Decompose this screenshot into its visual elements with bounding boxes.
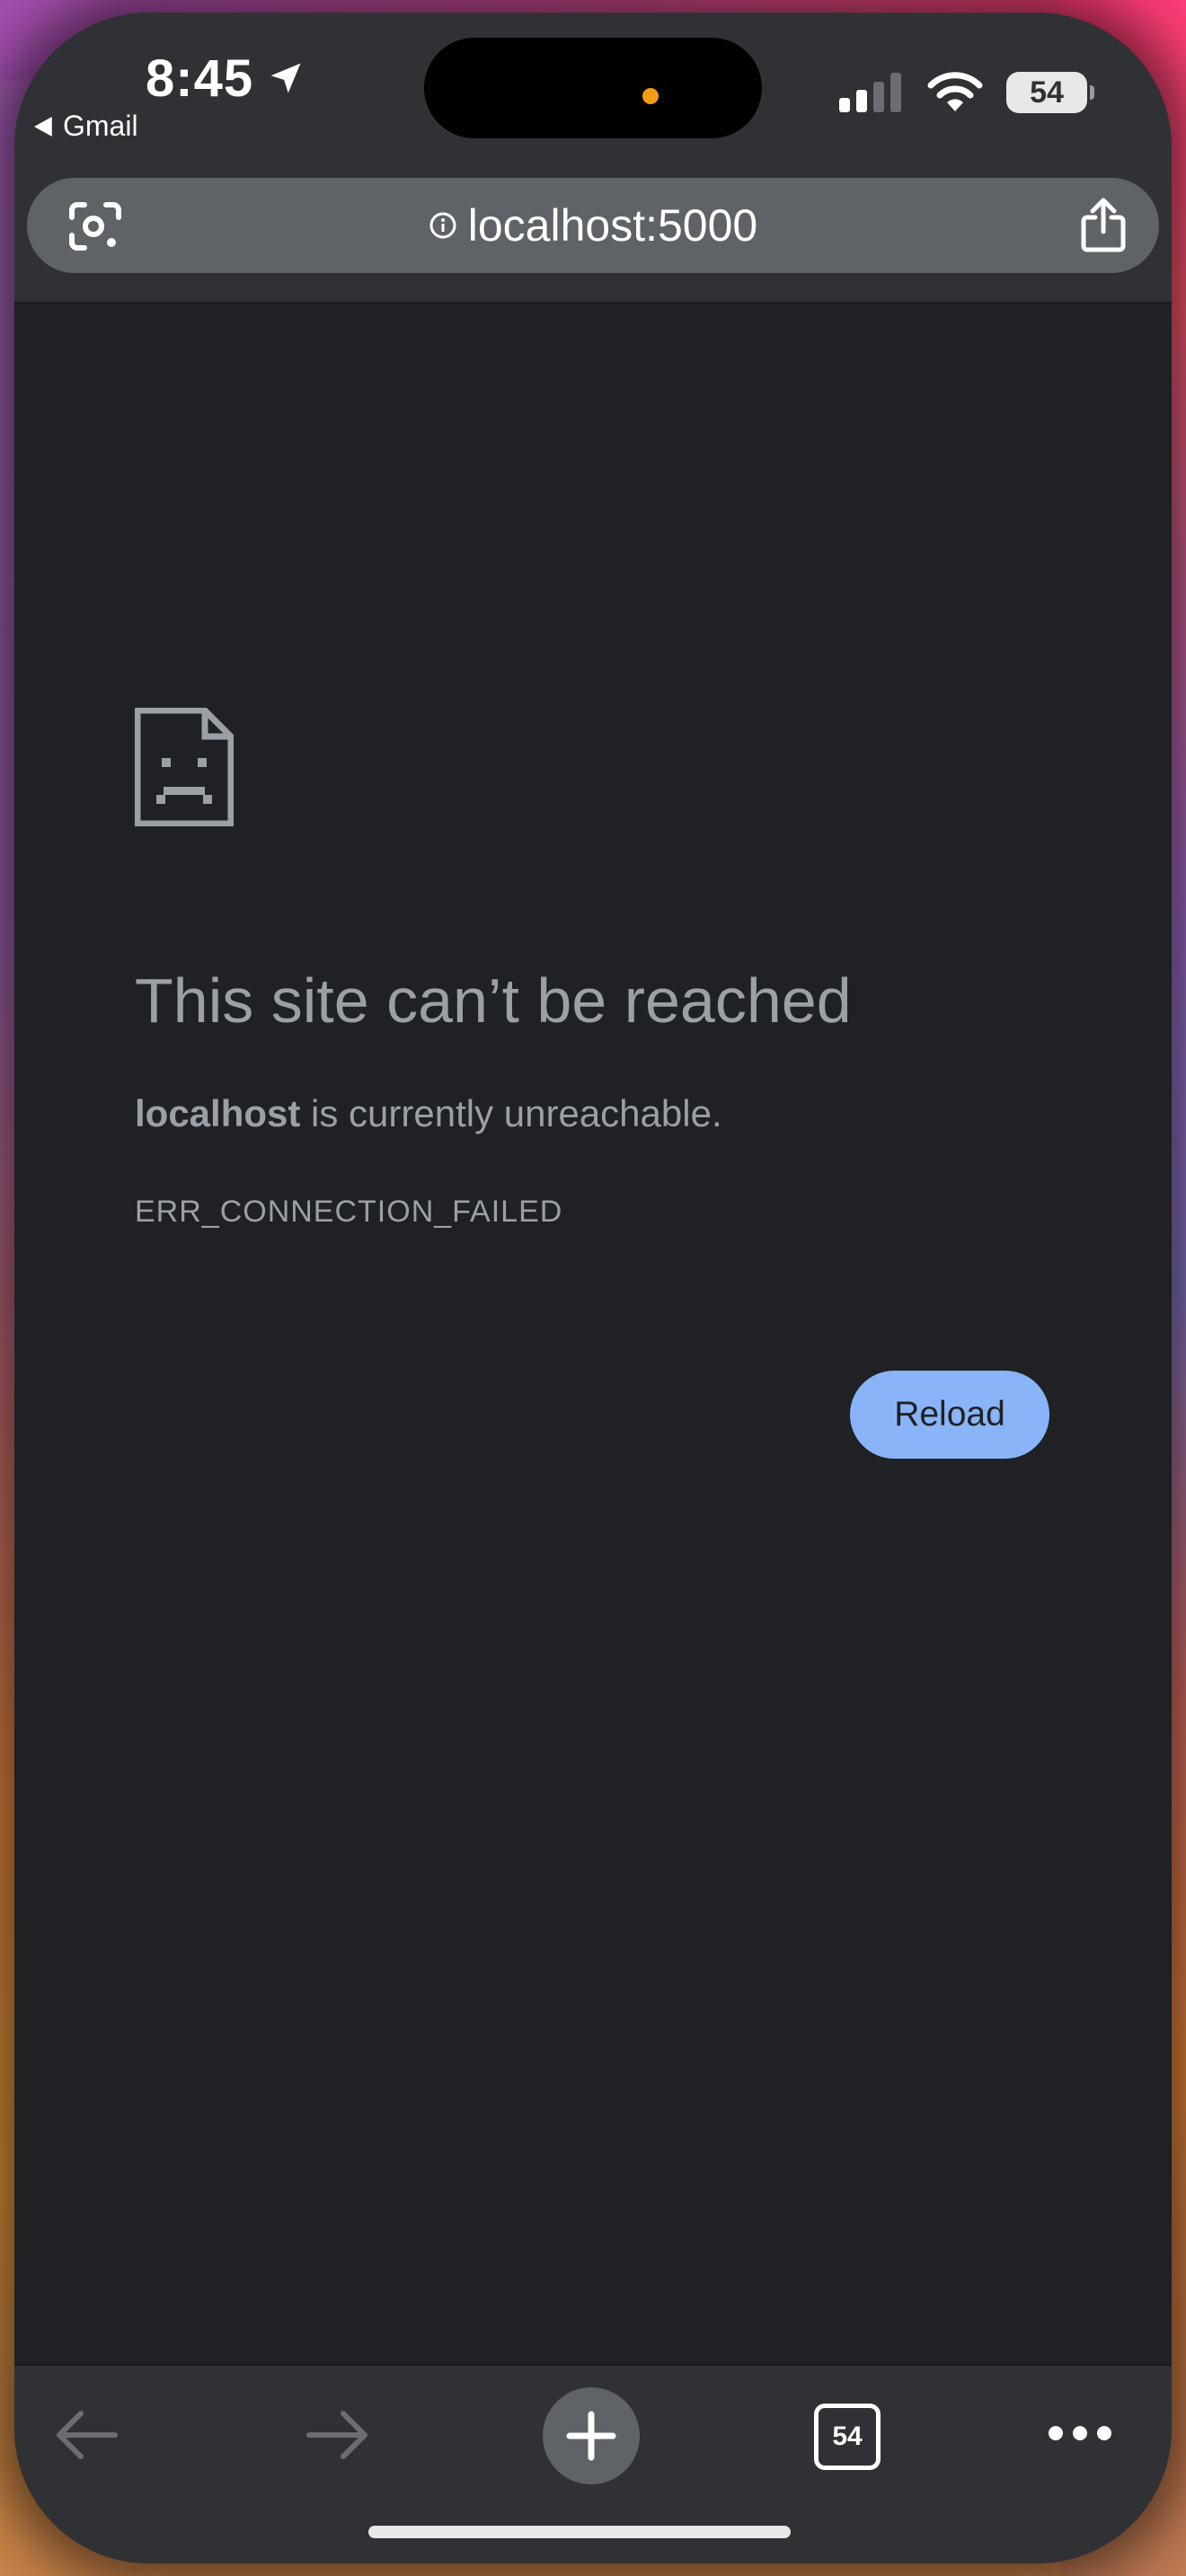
back-triangle-icon: [34, 116, 52, 137]
back-app-label: Gmail: [63, 110, 138, 142]
battery-level: 54: [1030, 75, 1064, 110]
reload-button[interactable]: Reload: [850, 1371, 1049, 1459]
phone-screen: 8:45 Gmail 54 localhost:5000 This site c…: [14, 13, 1172, 2563]
battery-icon: 54: [1006, 72, 1094, 113]
error-title: This site can’t be reached: [135, 966, 852, 1036]
error-description-text: is currently unreachable.: [300, 1092, 722, 1134]
home-indicator[interactable]: [368, 2526, 791, 2538]
error-code: ERR_CONNECTION_FAILED: [135, 1195, 563, 1229]
wifi-icon: [927, 72, 983, 111]
sad-page-icon: [135, 708, 234, 826]
status-time-text: 8:45: [146, 49, 254, 108]
status-indicators: 54: [839, 72, 1094, 113]
location-arrow-icon: [270, 63, 301, 93]
more-options-icon[interactable]: [1048, 2423, 1112, 2443]
dynamic-island: [424, 38, 762, 138]
address-bar[interactable]: localhost:5000: [27, 178, 1159, 273]
privacy-indicator-dot: [642, 88, 659, 104]
new-tab-plus-icon: [566, 2411, 616, 2461]
status-time: 8:45: [146, 47, 305, 110]
error-host: localhost: [135, 1092, 301, 1134]
back-to-app-link[interactable]: Gmail: [34, 110, 138, 143]
tab-count: 54: [832, 2422, 863, 2451]
back-arrow-icon[interactable]: [50, 2404, 122, 2466]
share-icon[interactable]: [1080, 198, 1127, 253]
info-icon[interactable]: [429, 211, 457, 240]
error-description: localhost is currently unreachable.: [135, 1092, 722, 1135]
browser-top-bar: 8:45 Gmail 54 localhost:5000: [14, 13, 1172, 304]
url-text: localhost:5000: [467, 200, 758, 251]
forward-arrow-icon[interactable]: [302, 2404, 374, 2466]
url-display[interactable]: localhost:5000: [27, 178, 1159, 273]
new-tab-button[interactable]: [543, 2387, 640, 2484]
cellular-signal-icon: [839, 73, 901, 112]
tab-switcher-icon[interactable]: 54: [814, 2404, 881, 2470]
